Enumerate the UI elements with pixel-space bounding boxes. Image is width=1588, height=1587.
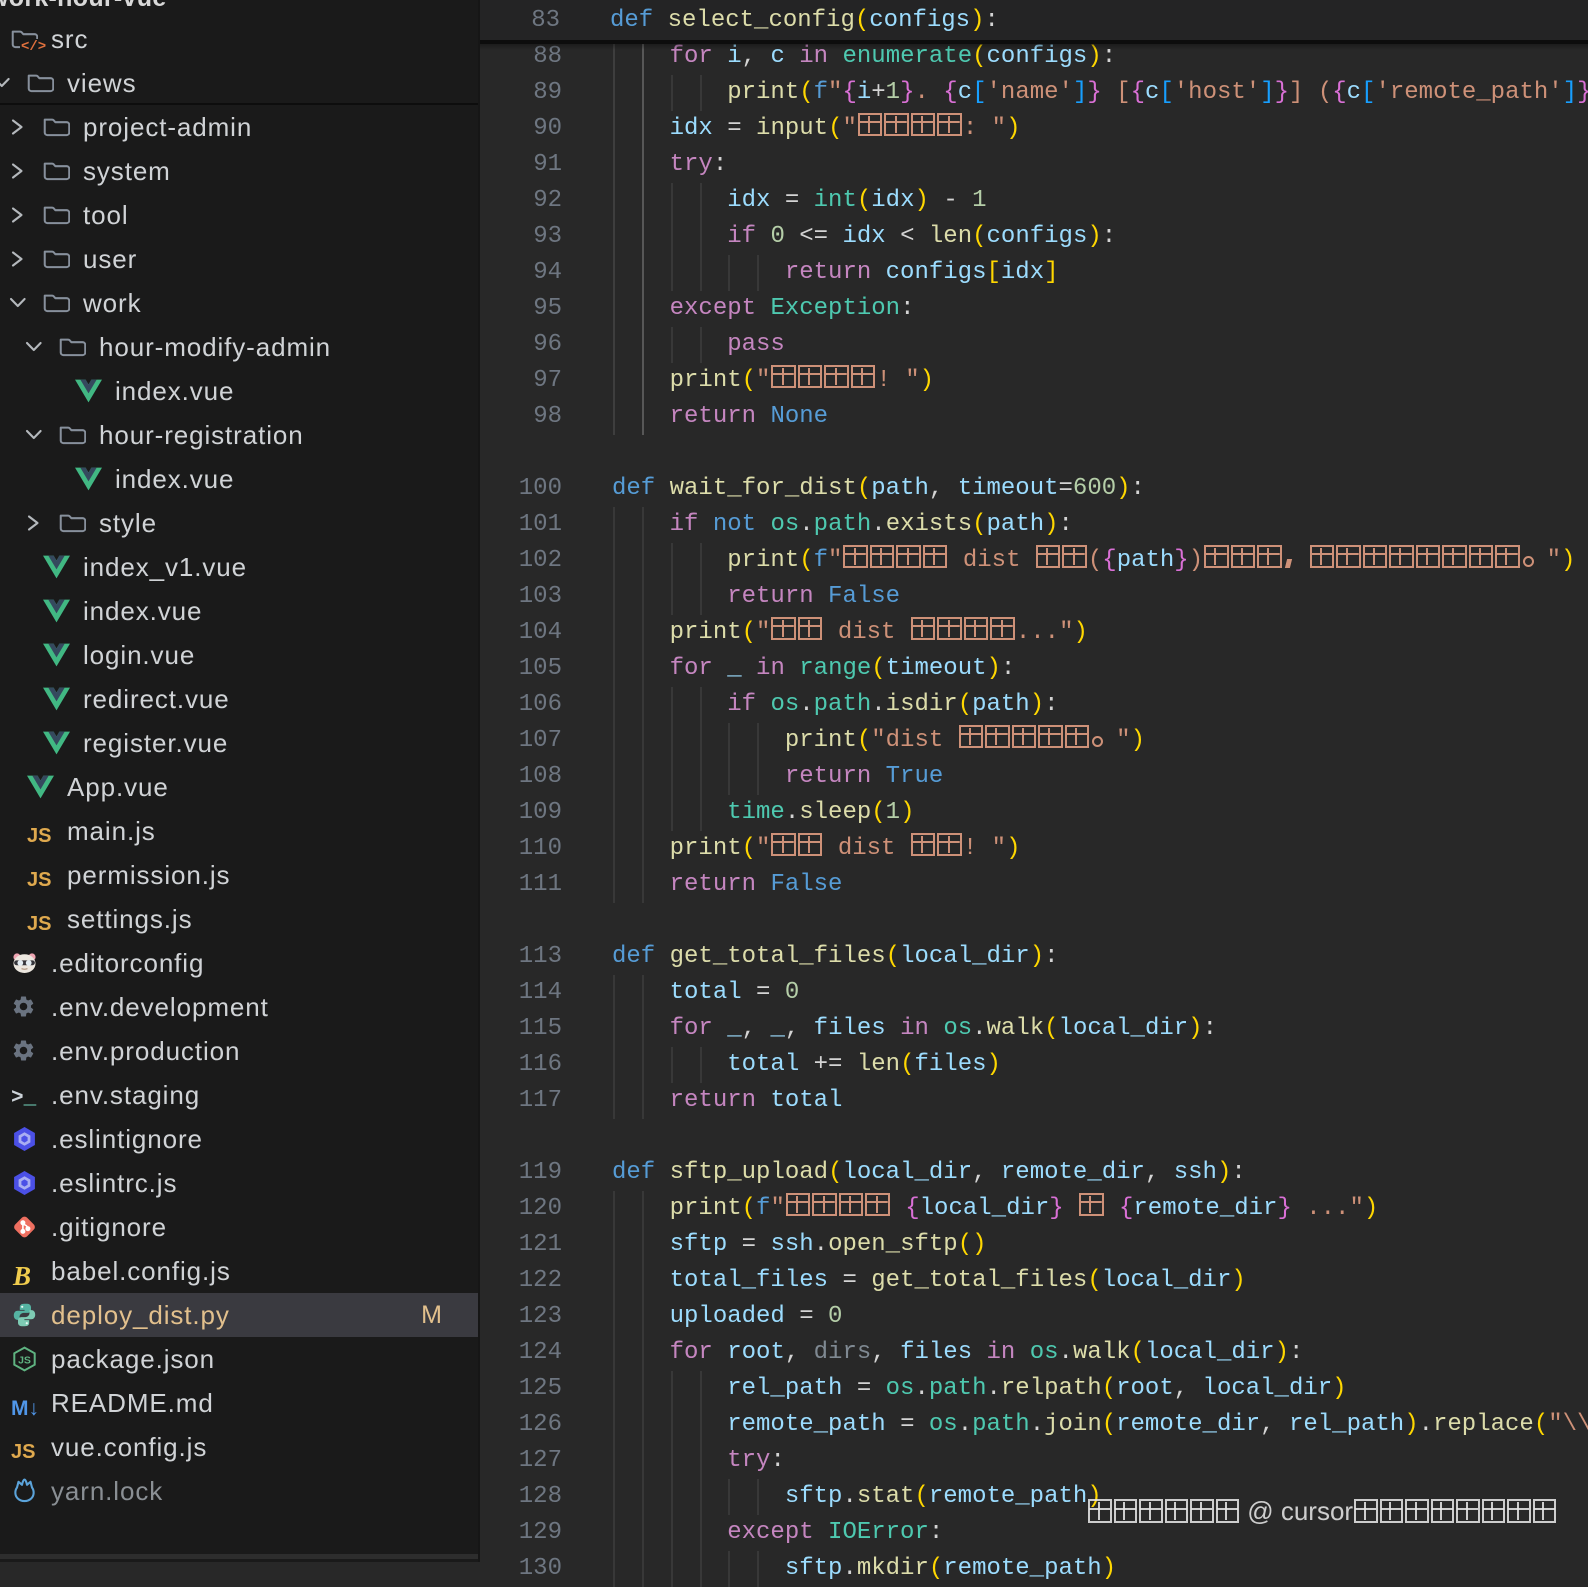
- svg-text:JS: JS: [18, 1355, 31, 1367]
